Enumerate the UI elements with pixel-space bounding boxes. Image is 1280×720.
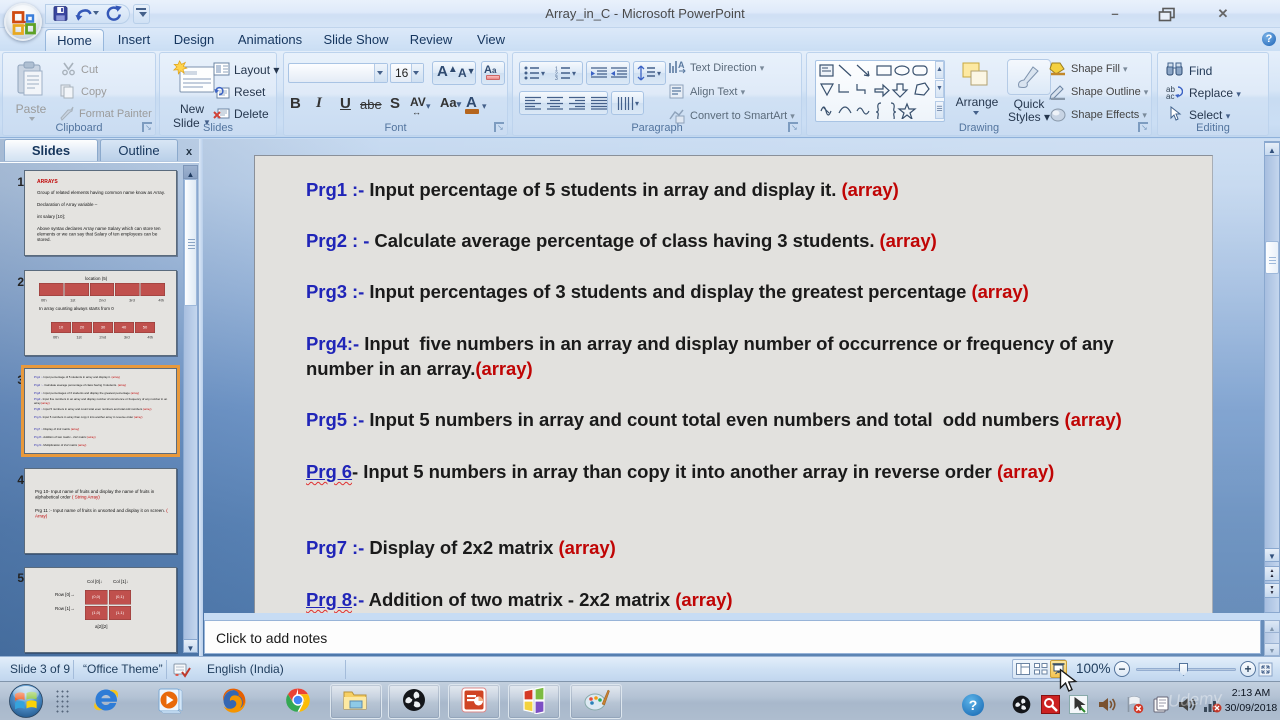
svg-text:ac: ac: [1166, 92, 1174, 99]
svg-text:A: A: [678, 60, 685, 70]
svg-text:3: 3: [555, 76, 558, 80]
